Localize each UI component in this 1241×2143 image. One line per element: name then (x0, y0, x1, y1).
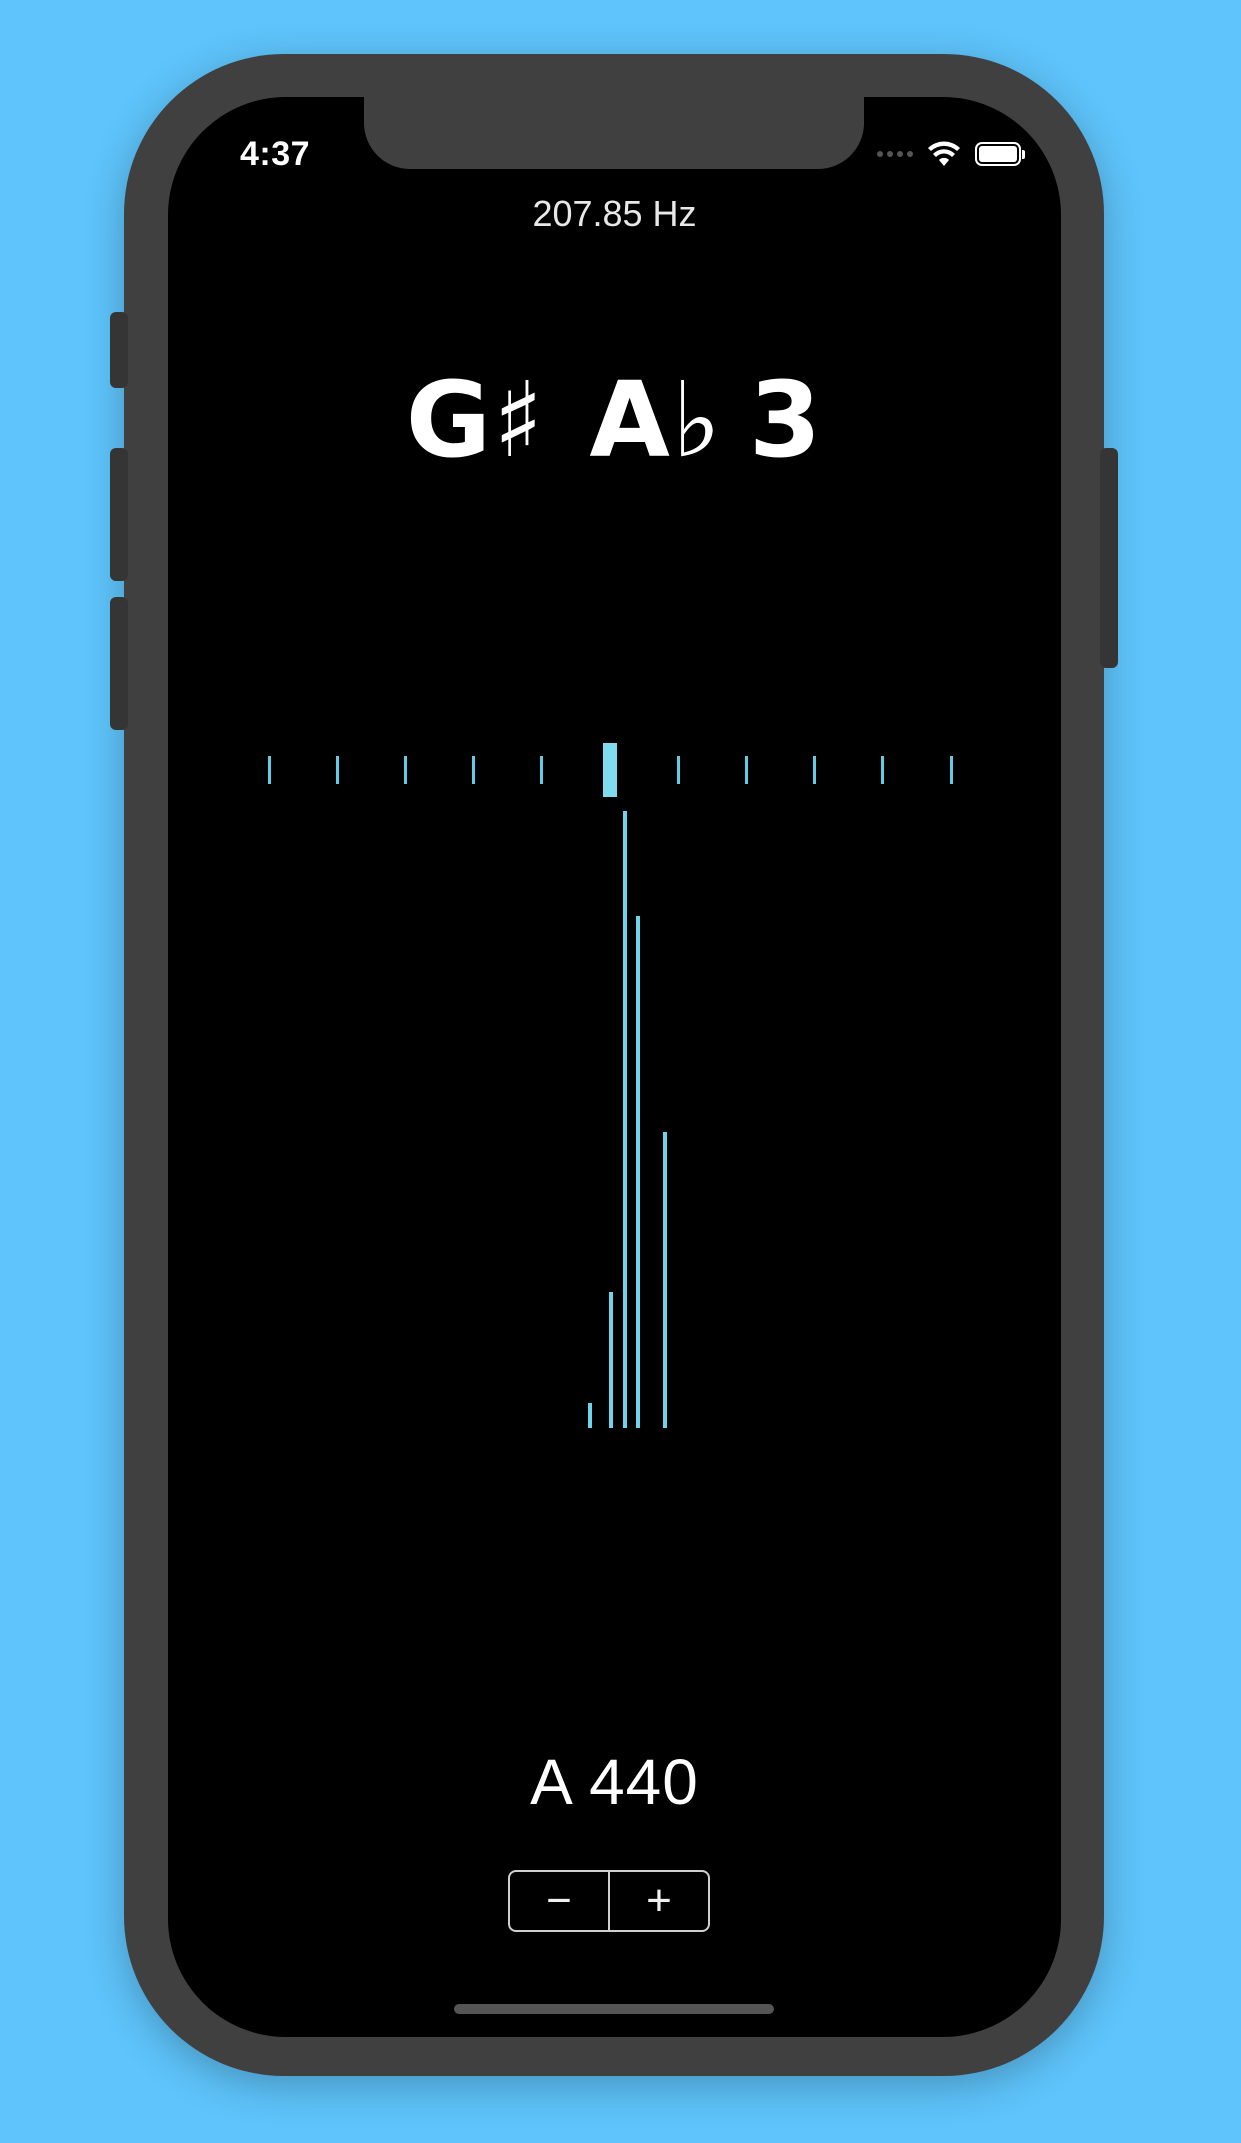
reference-pitch-stepper[interactable]: − + (508, 1870, 710, 1932)
spectrum-bar (609, 1292, 613, 1428)
volume-down-button (110, 597, 128, 730)
cents-meter-tick (267, 756, 271, 784)
frequency-readout: 207.85 Hz (532, 193, 697, 234)
phone-screen: 4:37 207.85 Hz G♯ A♭ 3 A 440 − + (168, 97, 1061, 2037)
note-octave: 3 (748, 359, 824, 481)
stage-background: 4:37 207.85 Hz G♯ A♭ 3 A 440 − + (0, 0, 1241, 2143)
cents-meter-tick (744, 756, 748, 784)
power-button (1100, 448, 1118, 668)
home-indicator[interactable] (454, 2004, 774, 2014)
cents-meter-tick (403, 756, 407, 784)
volume-up-button (110, 448, 128, 581)
notch (364, 97, 864, 169)
cents-meter-tick (813, 756, 817, 784)
cents-meter-tick (540, 756, 544, 784)
battery-icon (975, 142, 1025, 166)
spectrum-bar (636, 916, 640, 1428)
cents-meter-tick (881, 756, 885, 784)
reference-pitch-label: A 440 (530, 1746, 699, 1818)
cellular-signal-icon (877, 151, 913, 157)
note-sharp-name: G♯ (405, 359, 546, 481)
cents-meter-tick (676, 756, 680, 784)
cents-meter-tick (949, 756, 953, 784)
cents-meter-tick (472, 756, 476, 784)
status-time: 4:37 (240, 135, 311, 173)
cents-meter-tick (335, 756, 339, 784)
wifi-icon (928, 141, 960, 166)
increment-button[interactable]: + (610, 1872, 708, 1930)
silent-switch (110, 312, 128, 388)
spectrum-bar (663, 1132, 667, 1428)
spectrum-bar (588, 1403, 592, 1428)
decrement-button[interactable]: − (510, 1872, 608, 1930)
note-display: G♯ A♭ 3 (168, 359, 1061, 481)
spectrum-bar (623, 811, 627, 1428)
status-icons (877, 137, 1025, 171)
cents-meter-active-tick (603, 743, 617, 797)
note-flat-name: A♭ (589, 359, 723, 481)
